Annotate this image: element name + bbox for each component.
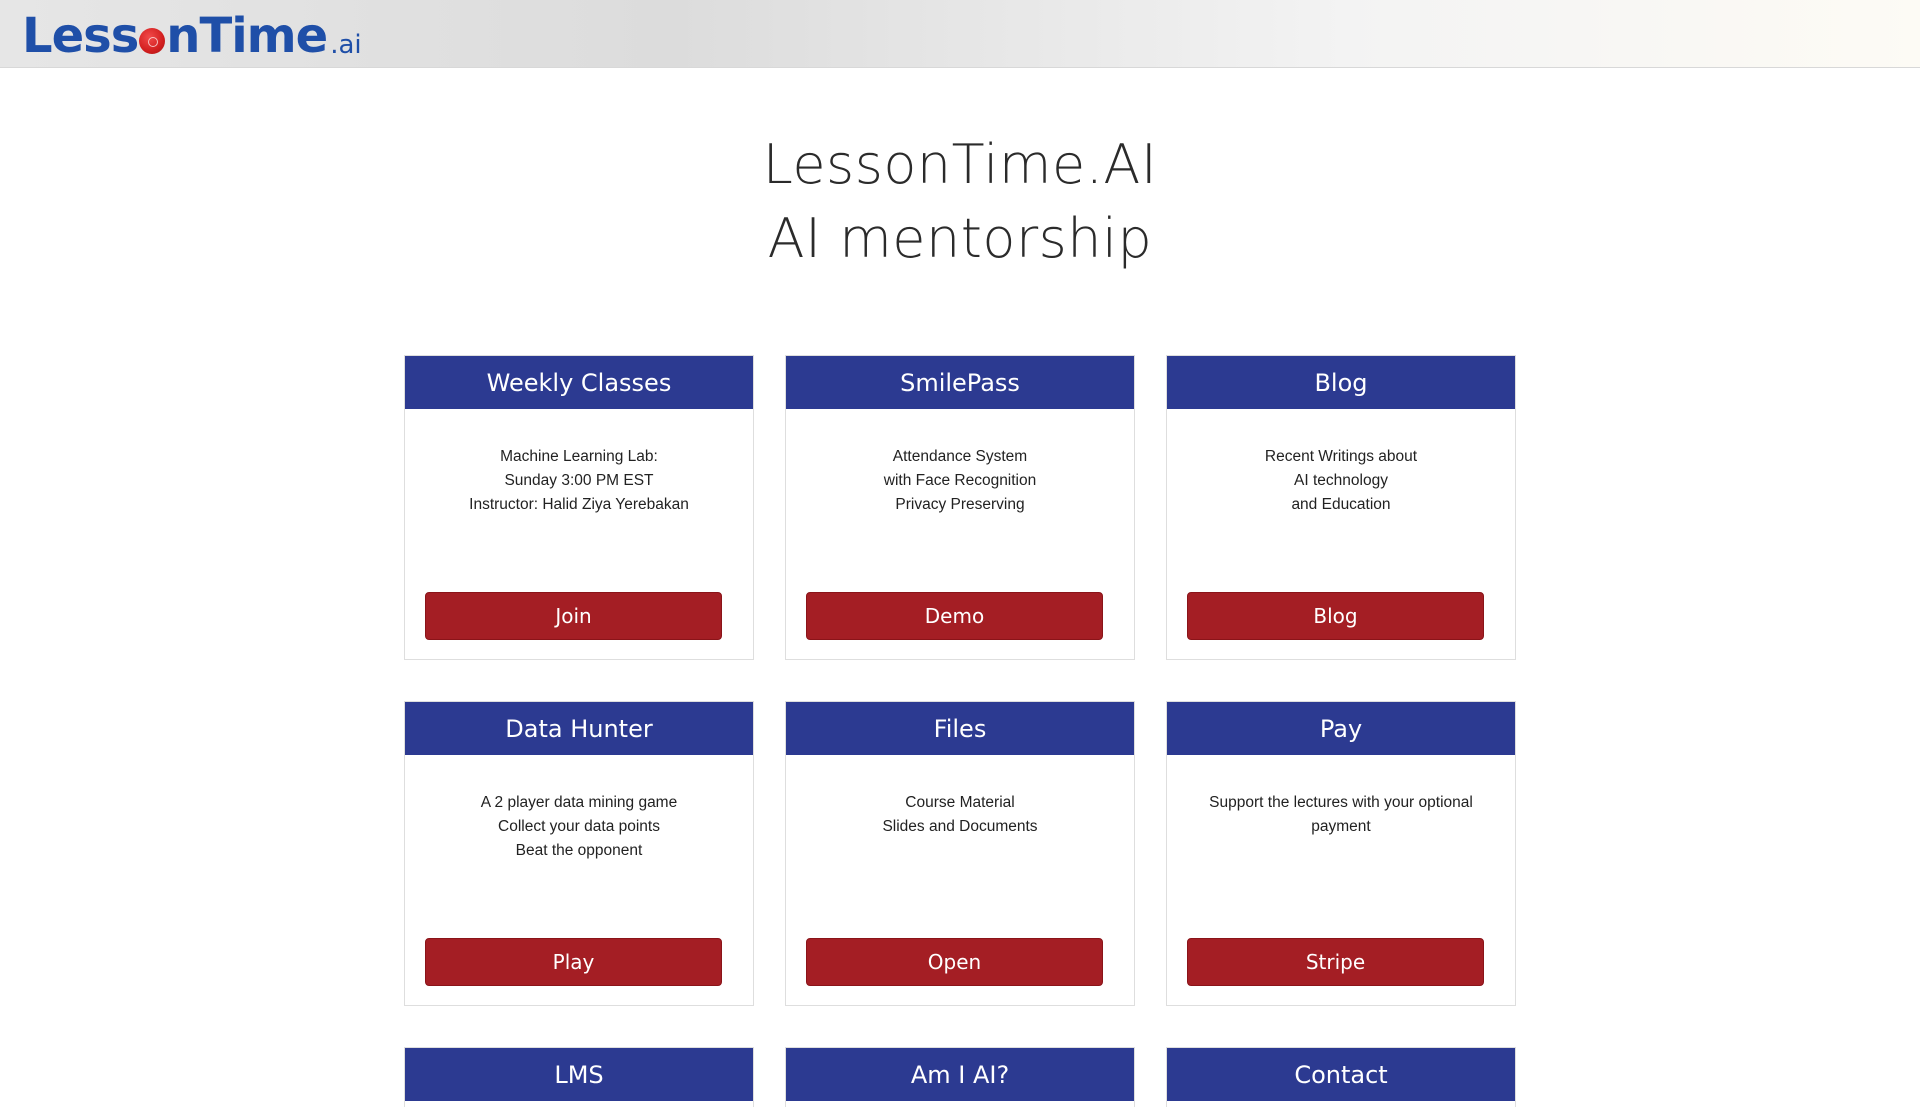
card-description-line: and Education (1291, 496, 1391, 513)
top-navbar: Less nTime .ai (0, 0, 1920, 68)
stripe-button[interactable]: Stripe (1187, 938, 1484, 986)
blog-button[interactable]: Blog (1187, 592, 1484, 640)
card-description-line: Course Material (905, 794, 1015, 811)
logo-text-right: nTime (166, 8, 328, 64)
card-description-line: Instructor: Halid Ziya Yerebakan (469, 496, 689, 513)
card-title: Blog (1167, 356, 1515, 409)
card-description-line: Attendance System (892, 448, 1028, 465)
card-description-line: AI technology (1294, 472, 1388, 489)
card-description-line: with Face Recognition (883, 472, 1037, 489)
card-description-line: Privacy Preserving (895, 496, 1025, 513)
hero-heading: LessonTime.AI AI mentorship (0, 128, 1920, 276)
card-description-line: Beat the opponent (515, 842, 643, 859)
card-description: Course Material Slides and Documents (786, 755, 1134, 839)
card-contact: Contact (1166, 1047, 1516, 1107)
card-title: SmilePass (786, 356, 1134, 409)
join-button[interactable]: Join (425, 592, 722, 640)
card-blog: Blog Recent Writings about AI technology… (1166, 355, 1516, 660)
play-button[interactable]: Play (425, 938, 722, 986)
card-lms: LMS (404, 1047, 754, 1107)
card-description: Attendance System with Face Recognition … (786, 409, 1134, 517)
card-description: Recent Writings about AI technology and … (1167, 409, 1515, 517)
card-weekly-classes: Weekly Classes Machine Learning Lab: Sun… (404, 355, 754, 660)
card-description-line: Slides and Documents (882, 818, 1038, 835)
card-files: Files Course Material Slides and Documen… (785, 701, 1135, 1006)
open-button[interactable]: Open (806, 938, 1103, 986)
card-description: Support the lectures with your optional … (1167, 755, 1515, 839)
card-description: A 2 player data mining game Collect your… (405, 755, 753, 863)
card-title: Pay (1167, 702, 1515, 755)
card-title: Weekly Classes (405, 356, 753, 409)
logo-suffix: .ai (330, 30, 362, 60)
logo-text-left: Less (22, 8, 139, 64)
card-pay: Pay Support the lectures with your optio… (1166, 701, 1516, 1006)
card-description-line: Sunday 3:00 PM EST (504, 472, 654, 489)
demo-button[interactable]: Demo (806, 592, 1103, 640)
feature-card-grid: Weekly Classes Machine Learning Lab: Sun… (404, 355, 1518, 1107)
card-description: Machine Learning Lab: Sunday 3:00 PM EST… (405, 409, 753, 517)
card-data-hunter: Data Hunter A 2 player data mining game … (404, 701, 754, 1006)
card-am-i-ai: Am I AI? (785, 1047, 1135, 1107)
card-description-line: A 2 player data mining game (480, 794, 678, 811)
card-description-line: Support the lectures with your optional … (1209, 794, 1473, 835)
hero-title: LessonTime.AI (762, 133, 1158, 196)
card-title: Data Hunter (405, 702, 753, 755)
card-smilepass: SmilePass Attendance System with Face Re… (785, 355, 1135, 660)
card-description-line: Recent Writings about (1264, 448, 1418, 465)
logo-ball-icon (139, 28, 166, 54)
card-title: Am I AI? (786, 1048, 1134, 1101)
card-description-line: Collect your data points (498, 818, 660, 835)
card-title: Contact (1167, 1048, 1515, 1101)
card-title: LMS (405, 1048, 753, 1101)
site-logo[interactable]: Less nTime .ai (22, 8, 362, 60)
card-title: Files (786, 702, 1134, 755)
hero-subtitle: AI mentorship (767, 207, 1153, 270)
card-description-line: Machine Learning Lab: (500, 448, 658, 465)
